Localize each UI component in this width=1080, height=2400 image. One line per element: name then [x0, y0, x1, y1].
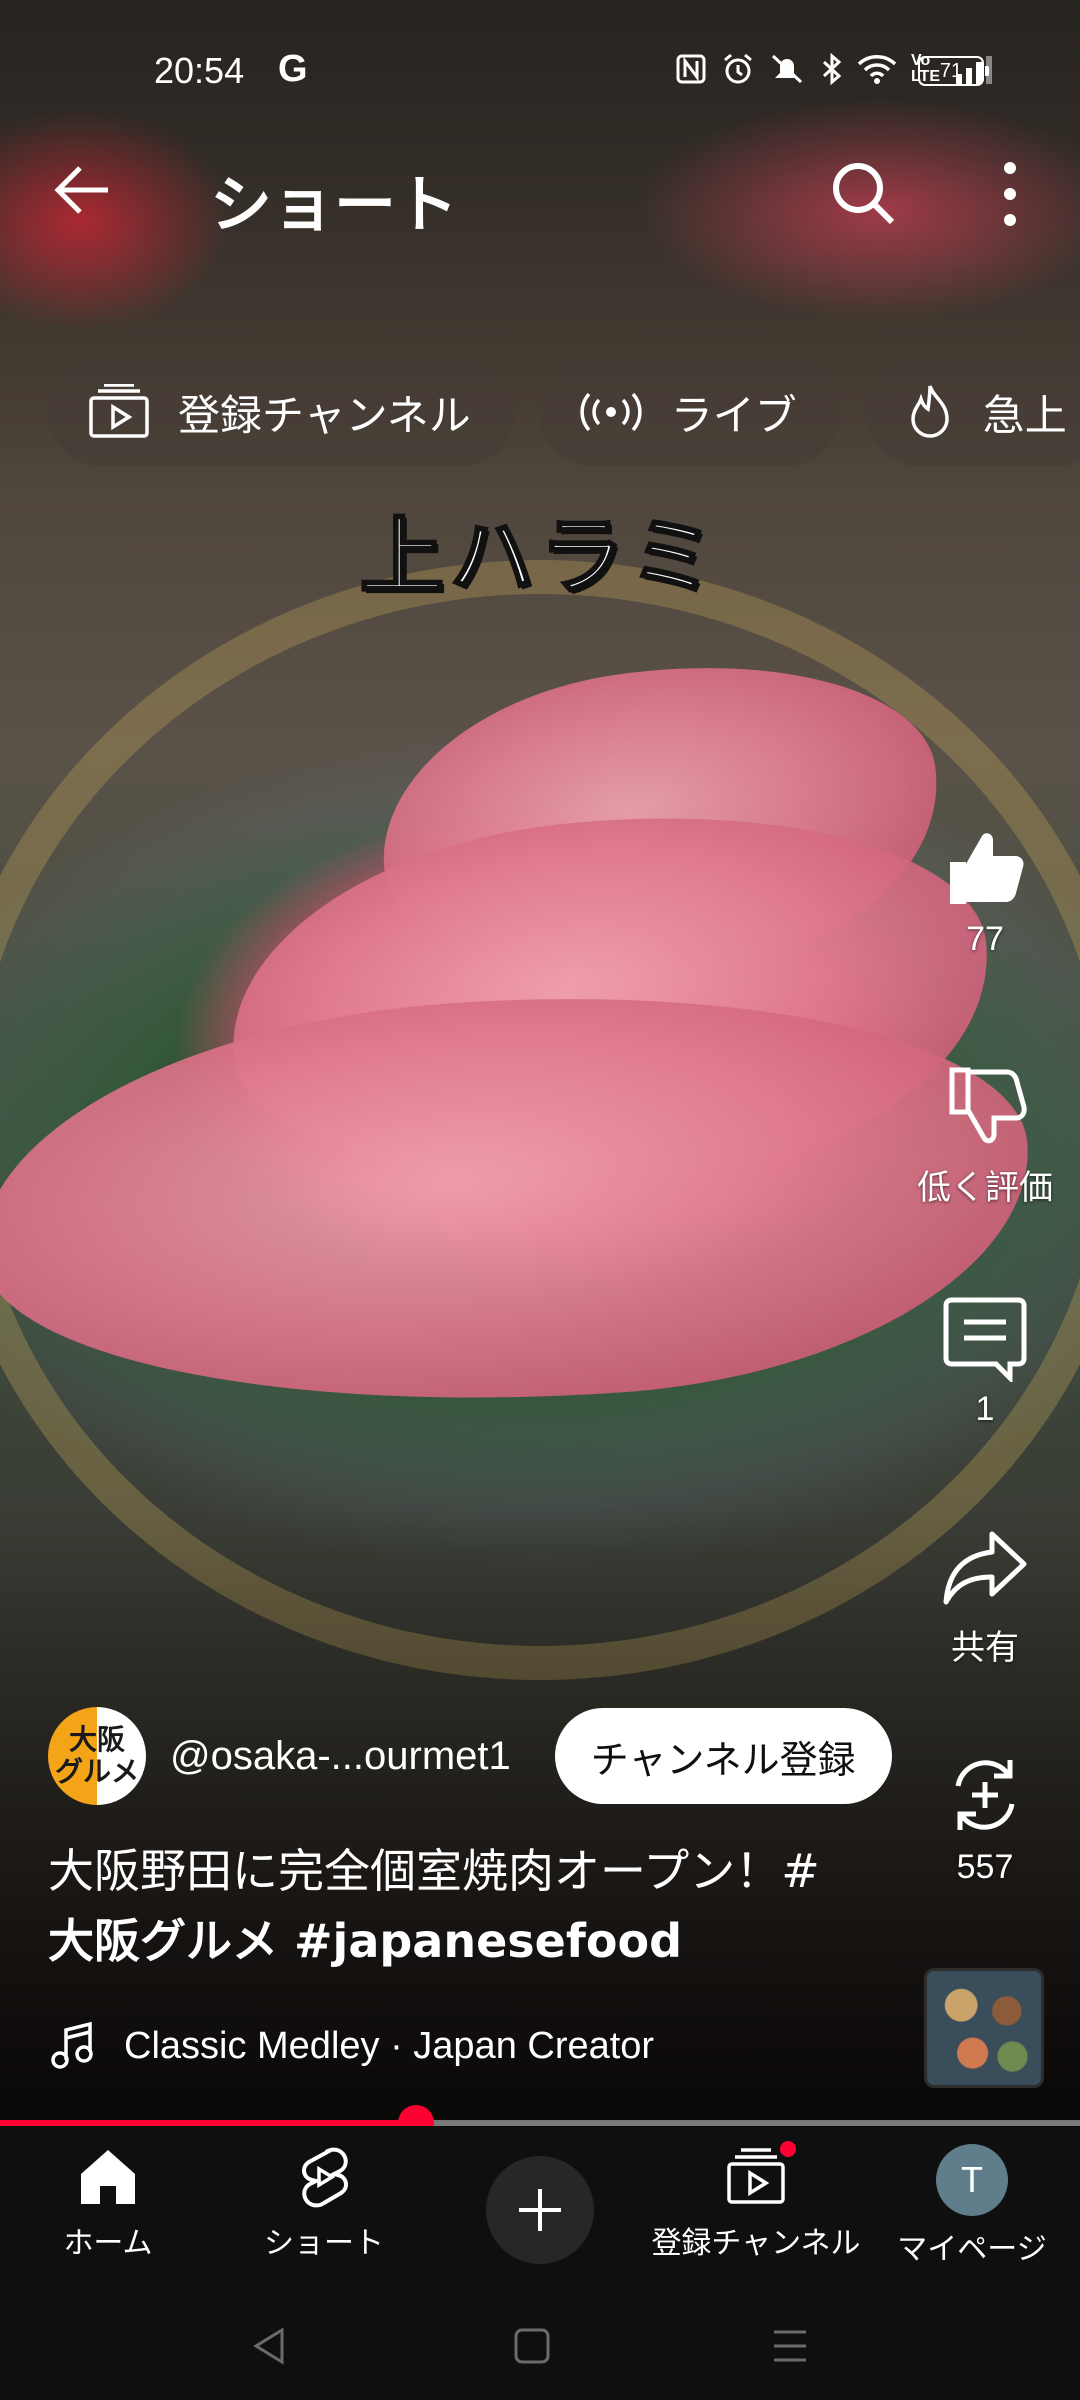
- more-vert-icon[interactable]: [990, 158, 1030, 230]
- alarm-icon: [724, 53, 752, 84]
- battery-icon: 71: [918, 56, 989, 86]
- user-avatar: T: [936, 2144, 1008, 2216]
- remix-icon: [955, 1760, 1015, 1830]
- remix-count: 557: [956, 1848, 1014, 1886]
- sound-thumbnail[interactable]: [924, 1968, 1044, 2088]
- comment-icon: [943, 1297, 1027, 1382]
- nav-shorts-label: ショート: [264, 2226, 384, 2261]
- plus-icon: [519, 2189, 561, 2231]
- chip-live[interactable]: ライブ: [538, 358, 841, 466]
- channel-avatar[interactable]: 大阪 グルメ: [48, 1707, 146, 1805]
- nav-home-label: ホーム: [63, 2226, 153, 2261]
- caption-line-1: 大阪野田に完全個室焼肉オープン！#: [48, 1844, 820, 1898]
- trending-icon: [911, 385, 949, 438]
- mute-icon: [771, 54, 802, 84]
- nav-subscriptions-label: 登録チャンネル: [651, 2226, 861, 2261]
- nav-shorts[interactable]: ショート: [216, 2144, 432, 2262]
- nav-mypage-label: マイページ: [897, 2232, 1047, 2267]
- video-overlay-text: 上ハラミ: [358, 506, 720, 608]
- thumb-down-icon: [949, 1067, 1027, 1144]
- system-navigation: [0, 2286, 1080, 2400]
- share-label: 共有: [951, 1629, 1019, 1667]
- channel-name[interactable]: @osaka-...ourmet1: [170, 1734, 511, 1779]
- channel-row: 大阪 グルメ @osaka-...ourmet1 チャンネル登録: [48, 1706, 892, 1806]
- home-icon: [81, 2150, 135, 2204]
- bottom-navigation: ホーム ショート 登録チャンネル T マイページ: [0, 2126, 1080, 2286]
- thumb-up-icon: [950, 833, 1024, 904]
- shorts-icon: [302, 2147, 348, 2208]
- system-back-icon[interactable]: [250, 2326, 290, 2366]
- system-home-icon[interactable]: [512, 2326, 552, 2366]
- system-recents-icon[interactable]: [770, 2326, 810, 2366]
- search-icon[interactable]: [828, 158, 898, 228]
- top-bar: ショート: [0, 150, 1080, 241]
- back-arrow-icon[interactable]: [50, 162, 114, 218]
- wifi-icon: [857, 55, 897, 84]
- like-button[interactable]: 77: [900, 822, 1070, 959]
- caption-line-2: 大阪グルメ #japanesefood: [48, 1914, 683, 1968]
- google-icon: G: [278, 48, 308, 90]
- share-button[interactable]: 共有: [900, 1522, 1070, 1669]
- subscriptions-icon: [89, 384, 149, 438]
- chip-subscriptions[interactable]: 登録チャンネル: [48, 358, 515, 466]
- comment-count: 1: [975, 1390, 995, 1428]
- video-caption[interactable]: 大阪野田に完全個室焼肉オープン！# 大阪グルメ #japanesefood: [48, 1836, 878, 1976]
- bluetooth-icon: [822, 52, 842, 86]
- dislike-label: 低く評価: [917, 1169, 1053, 1207]
- create-button[interactable]: [486, 2156, 594, 2264]
- status-bar: 20:54 G Vo LTE 71: [0, 42, 1080, 102]
- nav-home[interactable]: ホーム: [0, 2144, 216, 2262]
- nav-subscriptions[interactable]: 登録チャンネル: [648, 2138, 864, 2262]
- live-icon: [580, 392, 642, 432]
- music-note-icon: [51, 2022, 93, 2069]
- nav-mypage[interactable]: T マイページ: [864, 2144, 1080, 2268]
- nfc-icon: [676, 54, 706, 84]
- comment-button[interactable]: 1: [900, 1292, 1070, 1429]
- chip-trending[interactable]: 急上: [864, 358, 1080, 466]
- status-time: 20:54: [154, 50, 245, 91]
- chip-live-label: ライブ: [670, 390, 797, 440]
- remix-button[interactable]: 557: [900, 1750, 1070, 1887]
- notification-dot: [777, 2138, 799, 2160]
- music-row[interactable]: Classic Medley · Japan Creator: [50, 2022, 654, 2070]
- music-title: Classic Medley · Japan Creator: [124, 2024, 655, 2067]
- share-icon: [943, 1531, 1027, 1605]
- chip-trending-label: 急上: [982, 390, 1067, 440]
- page-title: ショート: [210, 168, 459, 241]
- subscribe-button[interactable]: チャンネル登録: [554, 1708, 892, 1804]
- chip-subscriptions-label: 登録チャンネル: [178, 390, 471, 440]
- channel-avatar-text: 大阪 グルメ: [54, 1723, 139, 1788]
- like-count: 77: [966, 920, 1004, 958]
- filter-chips: 登録チャンネル ライブ 急上: [48, 358, 1080, 466]
- dislike-button[interactable]: 低く評価: [900, 1062, 1070, 1209]
